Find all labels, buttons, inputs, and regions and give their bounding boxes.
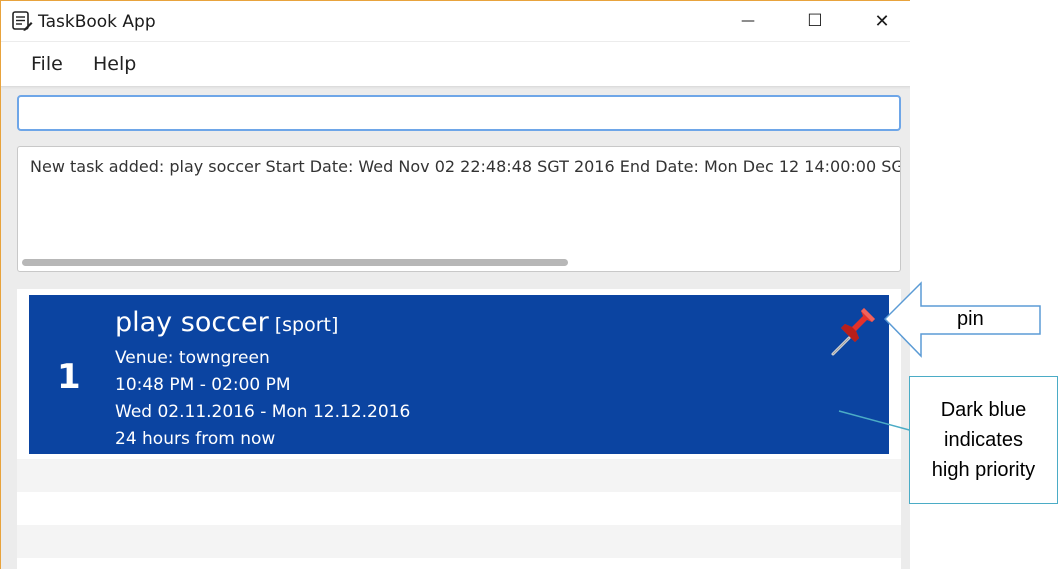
- title-bar: TaskBook App — ☐ ✕: [1, 1, 910, 41]
- task-dates: Wed 02.11.2016 - Mon 12.12.2016: [115, 402, 411, 422]
- menu-file[interactable]: File: [31, 53, 63, 75]
- task-index: 1: [57, 357, 81, 397]
- task-venue: Venue: towngreen: [115, 348, 270, 368]
- close-button[interactable]: ✕: [859, 1, 905, 41]
- maximize-icon: ☐: [807, 11, 823, 31]
- empty-row: [17, 459, 901, 492]
- window-title: TaskBook App: [38, 12, 156, 32]
- empty-row: [17, 525, 901, 558]
- minimize-button[interactable]: —: [725, 1, 771, 41]
- task-list: 1 play soccer [sport] Venue: towngreen 10…: [17, 289, 901, 569]
- task-time: 10:48 PM - 02:00 PM: [115, 375, 291, 395]
- task-tag: [sport]: [274, 314, 339, 336]
- app-window: TaskBook App — ☐ ✕ File Help New task ad…: [0, 0, 910, 569]
- result-display: New task added: play soccer Start Date: …: [17, 146, 901, 272]
- minimize-icon: —: [741, 13, 755, 29]
- task-relative-time: 24 hours from now: [115, 429, 276, 449]
- menu-bar: File Help: [1, 42, 910, 87]
- menu-help[interactable]: Help: [93, 53, 136, 75]
- horizontal-scrollbar[interactable]: [22, 259, 568, 266]
- result-message: New task added: play soccer Start Date: …: [30, 157, 901, 176]
- maximize-button[interactable]: ☐: [792, 1, 838, 41]
- task-list-icon: [12, 11, 33, 31]
- task-name-line: play soccer [sport]: [115, 307, 338, 338]
- command-input[interactable]: [17, 95, 901, 131]
- task-name: play soccer: [115, 307, 269, 338]
- priority-annotation-box: Dark blue indicates high priority: [909, 376, 1058, 504]
- pin-annotation-label: pin: [957, 308, 984, 330]
- priority-annotation-text: Dark blue indicates high priority: [931, 399, 1036, 481]
- pushpin-icon: [831, 308, 875, 356]
- close-icon: ✕: [874, 10, 890, 32]
- task-card[interactable]: 1 play soccer [sport] Venue: towngreen 10…: [29, 295, 889, 454]
